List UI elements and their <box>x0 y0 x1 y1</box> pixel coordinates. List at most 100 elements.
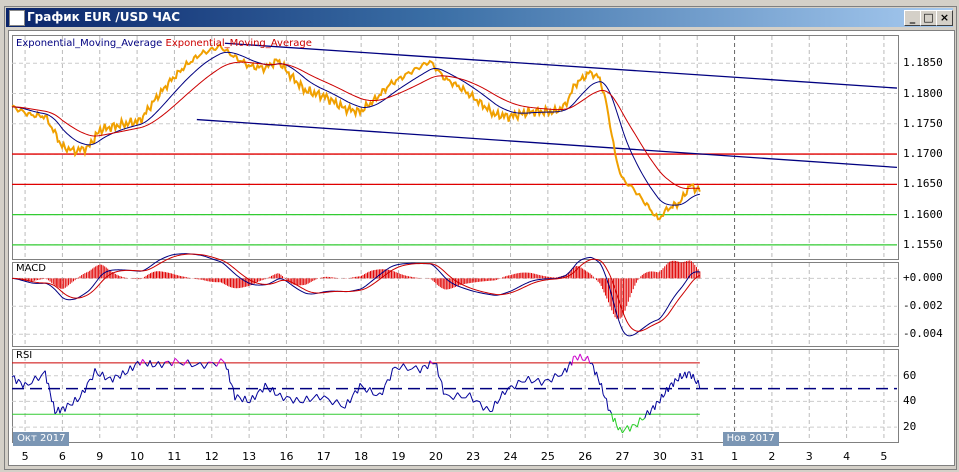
date-label: 11 <box>167 450 182 463</box>
rsi-line-segment <box>486 406 491 412</box>
rsi-line-segment <box>104 377 108 381</box>
rsi-line-segment <box>616 425 619 431</box>
rsi-line-segment <box>124 372 128 376</box>
rsi-line-segment <box>31 375 36 384</box>
date-label: 20 <box>428 450 443 463</box>
price-tick: 1.1800 <box>903 86 943 100</box>
rsi-line-segment <box>129 365 134 371</box>
rsi-line-segment <box>115 374 118 377</box>
rsi-line-segment <box>692 373 696 381</box>
rsi-line-segment <box>18 378 22 383</box>
rsi-line-segment <box>251 395 256 400</box>
rsi-line-segment <box>157 361 163 369</box>
date-label: 12 <box>204 450 219 463</box>
rsi-line-segment <box>312 393 318 399</box>
trendline <box>224 42 898 89</box>
rsi-line-segment <box>579 353 584 361</box>
rsi-line-segment <box>452 392 458 400</box>
rsi-line-segment <box>511 385 516 390</box>
rsi-line-segment <box>398 363 404 371</box>
rsi-line-segment <box>604 397 607 399</box>
date-label: 10 <box>130 450 145 463</box>
rsi-line-segment <box>411 365 417 370</box>
rsi-line-segment <box>359 382 364 388</box>
rsi-line-segment <box>567 361 571 367</box>
rsi-line-segment <box>24 381 29 386</box>
rsi-line-segment <box>340 405 346 409</box>
rsi-line-segment <box>306 395 311 402</box>
rsi-line-segment <box>152 365 156 368</box>
rsi-line-segment <box>259 388 264 393</box>
date-label: 17 <box>316 450 331 463</box>
rsi-line-segment <box>605 398 609 411</box>
price-tick: 1.1700 <box>903 147 943 161</box>
date-label: 30 <box>652 450 667 463</box>
rsi-line-segment <box>389 368 394 381</box>
rsi-line-segment <box>332 399 338 406</box>
date-label: 13 <box>242 450 257 463</box>
rsi-line-segment <box>566 366 569 373</box>
rsi-line-segment <box>439 378 443 383</box>
rsi-line-segment <box>677 373 681 382</box>
rsi-line-segment <box>547 378 552 383</box>
rsi-line-segment <box>499 391 503 400</box>
indicator-legend: Exponential_Moving_Average Exponential_M… <box>16 38 312 49</box>
rsi-line-segment <box>502 390 506 396</box>
date-label: 26 <box>578 450 593 463</box>
date-label: 16 <box>279 450 294 463</box>
rsi-line-segment <box>422 364 426 367</box>
date-label: 5 <box>21 450 29 463</box>
rsi-line-segment <box>444 393 450 397</box>
rsi-line-segment <box>448 395 454 400</box>
rsi-line-segment <box>381 385 386 396</box>
rsi-tick: 60 <box>903 368 917 382</box>
rsi-line-segment <box>47 383 51 393</box>
rsi-line-segment <box>220 358 226 364</box>
rsi-line-segment <box>654 401 658 410</box>
rsi-line-segment <box>91 368 96 380</box>
rsi-line-segment <box>465 392 471 399</box>
rsi-line-segment <box>415 365 421 374</box>
rsi-line-segment <box>257 388 261 393</box>
price-tick: 1.1750 <box>903 116 943 130</box>
rsi-line-segment <box>174 357 180 364</box>
rsi-line-segment <box>541 379 546 386</box>
date-label: 19 <box>391 450 406 463</box>
rsi-line-segment <box>84 382 88 393</box>
rsi-line-segment <box>429 360 433 365</box>
rsi-line-segment <box>407 368 412 371</box>
rsi-line-segment <box>352 390 356 396</box>
rsi-line-segment <box>592 365 596 376</box>
rsi-line-segment <box>142 359 146 364</box>
rsi-line-segment <box>231 384 234 389</box>
price-tick: 1.1650 <box>903 177 943 191</box>
rsi-line-segment <box>624 425 628 430</box>
rsi-line-segment <box>264 382 269 389</box>
rsi-line-segment <box>164 360 169 363</box>
rsi-line-segment <box>57 406 61 414</box>
rsi-line-segment <box>571 356 574 366</box>
macd-signal-line <box>11 253 701 332</box>
rsi-line-segment <box>234 394 238 401</box>
rsi-line-segment <box>457 392 462 399</box>
date-label: 25 <box>540 450 555 463</box>
rsi-line-segment <box>28 382 33 386</box>
rsi-line-segment <box>119 370 124 379</box>
rsi-line-segment <box>323 395 329 400</box>
price-tick: 1.1600 <box>903 207 943 221</box>
macd-tick: -0.004 <box>903 327 943 341</box>
rsi-line-segment <box>94 368 98 375</box>
date-label: 9 <box>96 450 104 463</box>
rsi-line-segment <box>514 380 519 390</box>
rsi-label: RSI <box>16 350 33 361</box>
rsi-line-segment <box>149 360 153 368</box>
date-label: 23 <box>466 450 481 463</box>
rsi-line-segment <box>534 377 539 382</box>
rsi-line-segment <box>441 381 444 395</box>
rsi-line-segment <box>642 417 646 421</box>
rsi-line-segment <box>34 375 39 381</box>
rsi-line-segment <box>20 381 24 389</box>
rsi-line-segment <box>67 402 71 406</box>
rsi-line-segment <box>602 394 606 398</box>
rsi-line-segment <box>524 375 529 383</box>
